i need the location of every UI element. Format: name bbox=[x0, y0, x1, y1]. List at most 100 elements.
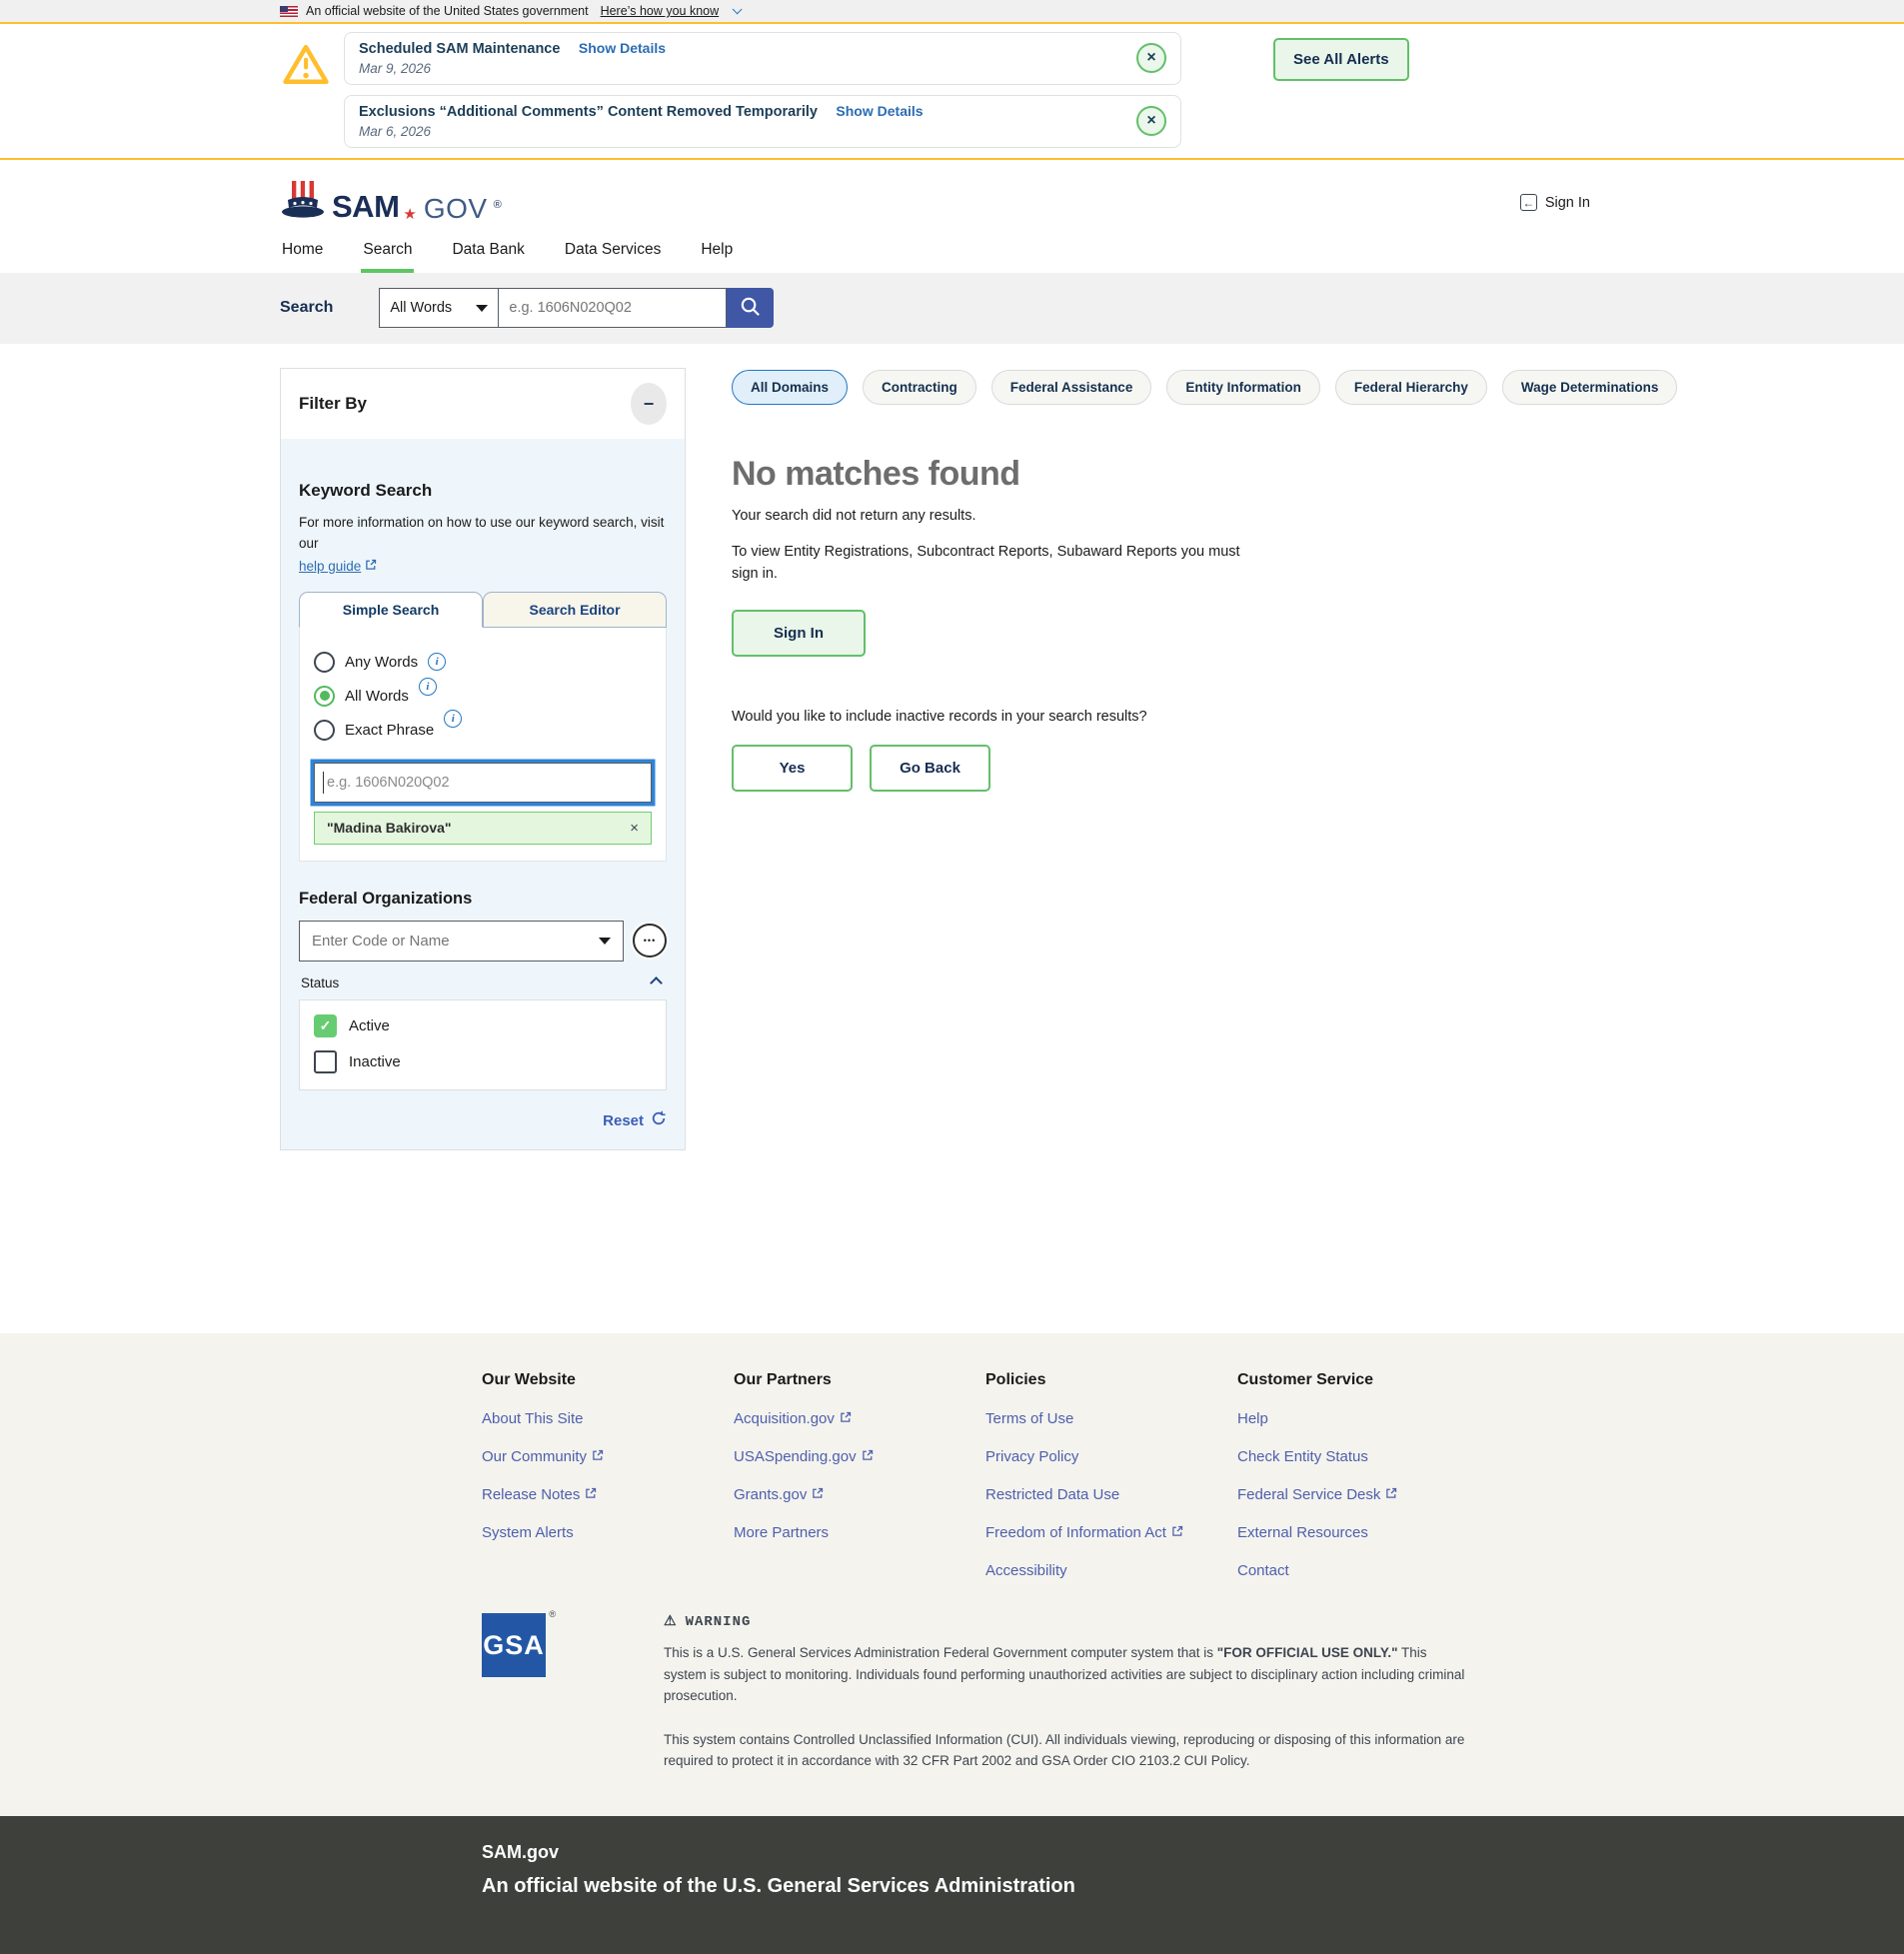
sign-in-link[interactable]: ← Sign In bbox=[1520, 194, 1590, 211]
checkbox-inactive-label: Inactive bbox=[349, 1053, 401, 1070]
help-guide-label: help guide bbox=[299, 559, 361, 574]
info-icon[interactable]: i bbox=[419, 678, 437, 696]
pill-federal-assistance[interactable]: Federal Assistance bbox=[991, 370, 1152, 405]
footer-heading: Customer Service bbox=[1237, 1371, 1489, 1389]
info-icon[interactable]: i bbox=[428, 653, 446, 671]
no-matches-title: No matches found bbox=[732, 455, 1677, 494]
chip-close-icon[interactable]: × bbox=[630, 820, 639, 837]
keyword-search-heading: Keyword Search bbox=[299, 481, 667, 501]
footer-link-our-community[interactable]: Our Community bbox=[482, 1448, 734, 1465]
alert-title: Scheduled SAM Maintenance bbox=[359, 41, 560, 57]
collapse-filters-button[interactable]: − bbox=[631, 383, 667, 425]
external-link-icon bbox=[1171, 1524, 1183, 1541]
radio-any-words[interactable] bbox=[314, 652, 335, 673]
keyword-info-text: For more information on how to use our k… bbox=[299, 513, 667, 555]
domain-pills: All Domains Contracting Federal Assistan… bbox=[732, 370, 1677, 405]
footer-link-label: Our Community bbox=[482, 1448, 587, 1465]
external-link-icon bbox=[862, 1448, 874, 1465]
alert-maintenance: Scheduled SAM Maintenance Show Details M… bbox=[344, 32, 1181, 85]
site-header: SAM ★ GOV ® ← Sign In bbox=[0, 160, 1904, 235]
close-icon: × bbox=[1146, 112, 1155, 130]
footer-link-accessibility[interactable]: Accessibility bbox=[985, 1562, 1237, 1579]
pill-wage-determinations[interactable]: Wage Determinations bbox=[1502, 370, 1678, 405]
nav-item-data-services[interactable]: Data Services bbox=[563, 235, 663, 273]
registered-mark: ® bbox=[549, 1609, 556, 1619]
pill-entity-information[interactable]: Entity Information bbox=[1166, 370, 1320, 405]
nav-item-home[interactable]: Home bbox=[280, 235, 325, 273]
yes-button[interactable]: Yes bbox=[732, 745, 853, 792]
footer-link-terms-of-use[interactable]: Terms of Use bbox=[985, 1410, 1237, 1427]
footer-link-usaspending-gov[interactable]: USASpending.gov bbox=[734, 1448, 985, 1465]
gsa-logo-text: GSA bbox=[482, 1613, 546, 1677]
footer-link-more-partners[interactable]: More Partners bbox=[734, 1524, 985, 1541]
alert-close-button[interactable]: × bbox=[1136, 106, 1166, 136]
alert-exclusions: Exclusions “Additional Comments” Content… bbox=[344, 95, 1181, 148]
footer-link-system-alerts[interactable]: System Alerts bbox=[482, 1524, 734, 1541]
caret-down-icon bbox=[476, 305, 488, 312]
show-details-link[interactable]: Show Details bbox=[579, 40, 666, 56]
more-options-button[interactable]: ••• bbox=[633, 924, 667, 958]
footer-link-contact[interactable]: Contact bbox=[1237, 1562, 1489, 1579]
footer-link-foia[interactable]: Freedom of Information Act bbox=[985, 1524, 1237, 1541]
footer-link-help[interactable]: Help bbox=[1237, 1410, 1489, 1427]
search-mode-value: All Words bbox=[390, 300, 452, 316]
federal-orgs-select[interactable]: Enter Code or Name bbox=[299, 921, 624, 962]
footer-official-text: An official website of the U.S. General … bbox=[280, 1875, 1624, 1898]
status-box: ✓ Active Inactive bbox=[299, 999, 667, 1090]
footer-col-customer-service: Customer Service Help Check Entity Statu… bbox=[1237, 1371, 1489, 1579]
footer-link-grants-gov[interactable]: Grants.gov bbox=[734, 1486, 985, 1503]
go-back-button[interactable]: Go Back bbox=[870, 745, 990, 792]
footer-link-external-resources[interactable]: External Resources bbox=[1237, 1524, 1489, 1541]
gsa-logo: GSA ® bbox=[482, 1613, 546, 1772]
show-details-link[interactable]: Show Details bbox=[836, 103, 923, 119]
footer-link-about-this-site[interactable]: About This Site bbox=[482, 1410, 734, 1427]
chevron-up-icon[interactable] bbox=[650, 977, 663, 989]
banner-how-link[interactable]: Here’s how you know bbox=[601, 4, 720, 18]
radio-exact-phrase[interactable] bbox=[314, 720, 335, 741]
nav-item-data-bank[interactable]: Data Bank bbox=[450, 235, 526, 273]
keyword-input[interactable] bbox=[314, 763, 652, 803]
radio-exact-phrase-label: Exact Phrase bbox=[345, 722, 434, 739]
alert-close-button[interactable]: × bbox=[1136, 43, 1166, 73]
results-signin-note: To view Entity Registrations, Subcontrac… bbox=[732, 542, 1241, 586]
warning-sign-icon: ⚠ bbox=[664, 1613, 678, 1630]
footer-link-privacy-policy[interactable]: Privacy Policy bbox=[985, 1448, 1237, 1465]
footer-link-release-notes[interactable]: Release Notes bbox=[482, 1486, 734, 1503]
see-all-alerts-button[interactable]: See All Alerts bbox=[1273, 38, 1409, 81]
nav-item-help[interactable]: Help bbox=[699, 235, 735, 273]
radio-all-words[interactable] bbox=[314, 686, 335, 707]
search-mode-select[interactable]: All Words bbox=[379, 288, 499, 328]
keyword-chip: "Madina Bakirova" × bbox=[314, 812, 652, 845]
uncle-sam-hat-icon bbox=[280, 180, 326, 225]
search-input[interactable] bbox=[499, 288, 727, 328]
chevron-down-icon[interactable] bbox=[733, 4, 743, 14]
tab-search-editor[interactable]: Search Editor bbox=[483, 592, 667, 628]
nav-item-search[interactable]: Search bbox=[361, 235, 414, 273]
tab-simple-search[interactable]: Simple Search bbox=[299, 592, 483, 628]
checkbox-inactive[interactable] bbox=[314, 1050, 337, 1073]
banner-text: An official website of the United States… bbox=[306, 4, 589, 18]
footer-link-label: Freedom of Information Act bbox=[985, 1524, 1166, 1541]
keyword-card: Any Words i All Words i Exact Phrase i bbox=[299, 628, 667, 862]
pill-federal-hierarchy[interactable]: Federal Hierarchy bbox=[1335, 370, 1487, 405]
footer-link-label: Acquisition.gov bbox=[734, 1410, 835, 1427]
pill-all-domains[interactable]: All Domains bbox=[732, 370, 848, 405]
reset-link[interactable]: Reset bbox=[603, 1112, 644, 1129]
checkbox-active[interactable]: ✓ bbox=[314, 1014, 337, 1037]
help-guide-link[interactable]: help guide bbox=[299, 559, 377, 574]
info-icon[interactable]: i bbox=[444, 710, 462, 728]
star-icon: ★ bbox=[403, 205, 416, 223]
footer-link-federal-service-desk[interactable]: Federal Service Desk bbox=[1237, 1486, 1489, 1503]
external-link-icon bbox=[812, 1486, 824, 1503]
footer-link-acquisition-gov[interactable]: Acquisition.gov bbox=[734, 1410, 985, 1427]
search-submit-button[interactable] bbox=[727, 288, 774, 328]
keyword-chip-label: "Madina Bakirova" bbox=[327, 820, 452, 836]
reset-refresh-icon[interactable] bbox=[651, 1110, 667, 1131]
sam-gov-logo[interactable]: SAM ★ GOV ® bbox=[280, 180, 502, 225]
pill-contracting[interactable]: Contracting bbox=[863, 370, 976, 405]
sign-in-button[interactable]: Sign In bbox=[732, 610, 866, 657]
footer-link-check-entity-status[interactable]: Check Entity Status bbox=[1237, 1448, 1489, 1465]
footer-link-restricted-data-use[interactable]: Restricted Data Use bbox=[985, 1486, 1237, 1503]
filter-panel: Filter By − Keyword Search For more info… bbox=[280, 368, 686, 1150]
ellipsis-icon: ••• bbox=[644, 936, 656, 946]
